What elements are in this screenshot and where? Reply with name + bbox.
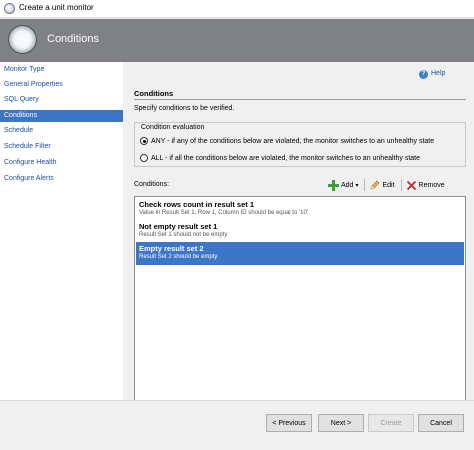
content-panel: ? Help Conditions Specify conditions to b…	[123, 62, 474, 441]
radio-all-label: ALL - if all the conditions below are vi…	[151, 154, 421, 162]
conditions-toolbar: Add ▾ Edit Remove	[328, 178, 451, 192]
condition-detail: Result Set 2 should be empty	[139, 254, 218, 260]
section-description: Specify conditions to be verified.	[134, 105, 235, 112]
radio-any-label: ANY - if any of the conditions below are…	[151, 137, 435, 145]
remove-x-icon	[406, 180, 416, 190]
page-heading: Conditions	[47, 33, 99, 45]
app-icon	[4, 3, 15, 14]
toolbar-separator	[364, 179, 366, 191]
list-item-selected[interactable]: Empty result set 2 Result Set 2 should b…	[136, 242, 464, 265]
monitor-logo-icon	[8, 25, 37, 54]
sidebar-item-schedule-filter[interactable]: Schedule Filter	[0, 141, 123, 153]
create-button[interactable]: Create	[368, 414, 414, 432]
add-button[interactable]: Add ▾	[328, 179, 359, 191]
condition-title: Check rows count in result set 1	[139, 200, 255, 209]
sidebar-item-conditions[interactable]: Conditions	[0, 110, 123, 122]
add-label: Add	[341, 181, 354, 189]
next-button[interactable]: Next >	[318, 414, 364, 432]
list-item[interactable]: Check rows count in result set 1 Value i…	[136, 198, 464, 221]
sidebar-item-general-properties[interactable]: General Properties	[0, 79, 123, 91]
radio-any-button[interactable]	[140, 137, 148, 145]
sidebar-item-sql-query[interactable]: SQL Query	[0, 94, 123, 106]
sidebar-item-monitor-type[interactable]: Monitor Type	[0, 64, 123, 76]
sidebar-item-configure-alerts[interactable]: Configure Alerts	[0, 173, 123, 185]
header-banner: Conditions	[0, 19, 474, 62]
wizard-step-nav: Monitor Type General Properties SQL Quer…	[0, 62, 123, 450]
help-link[interactable]: ? Help	[419, 70, 445, 79]
condition-evaluation-legend: Condition evaluation	[140, 124, 206, 131]
edit-button[interactable]: Edit	[369, 180, 395, 191]
radio-all-button[interactable]	[140, 154, 148, 162]
toolbar-separator	[400, 179, 402, 191]
section-title: Conditions	[134, 89, 174, 98]
condition-title: Empty result set 2	[139, 244, 204, 253]
edit-label: Edit	[382, 181, 395, 189]
wizard-footer: < Previous Next > Create Cancel	[0, 400, 474, 450]
sidebar-item-schedule[interactable]: Schedule	[0, 125, 123, 137]
add-plus-icon	[328, 179, 339, 191]
previous-button[interactable]: < Previous	[266, 414, 312, 432]
conditions-label: Conditions:	[134, 181, 170, 188]
title-bar: Create a unit monitor	[0, 0, 474, 18]
condition-title: Not empty result set 1	[139, 222, 218, 231]
list-item[interactable]: Not empty result set 1 Result Set 1 shou…	[136, 220, 464, 243]
radio-all[interactable]: ALL - if all the conditions below are vi…	[140, 154, 420, 162]
window-title: Create a unit monitor	[19, 3, 94, 12]
cancel-button[interactable]: Cancel	[418, 414, 464, 432]
remove-button[interactable]: Remove	[406, 180, 445, 191]
remove-label: Remove	[418, 181, 445, 189]
section-divider	[134, 99, 466, 100]
pencil-icon	[371, 180, 380, 189]
radio-any[interactable]: ANY - if any of the conditions below are…	[140, 137, 434, 145]
condition-detail: Result Set 1 should not be empty	[139, 232, 228, 238]
help-icon: ?	[419, 70, 428, 79]
help-label: Help	[431, 70, 446, 77]
condition-detail: Value in Result Set 1, Row 1, Column ID …	[139, 210, 308, 216]
chevron-down-icon: ▾	[355, 182, 359, 189]
sidebar-item-configure-health[interactable]: Configure Health	[0, 157, 123, 169]
